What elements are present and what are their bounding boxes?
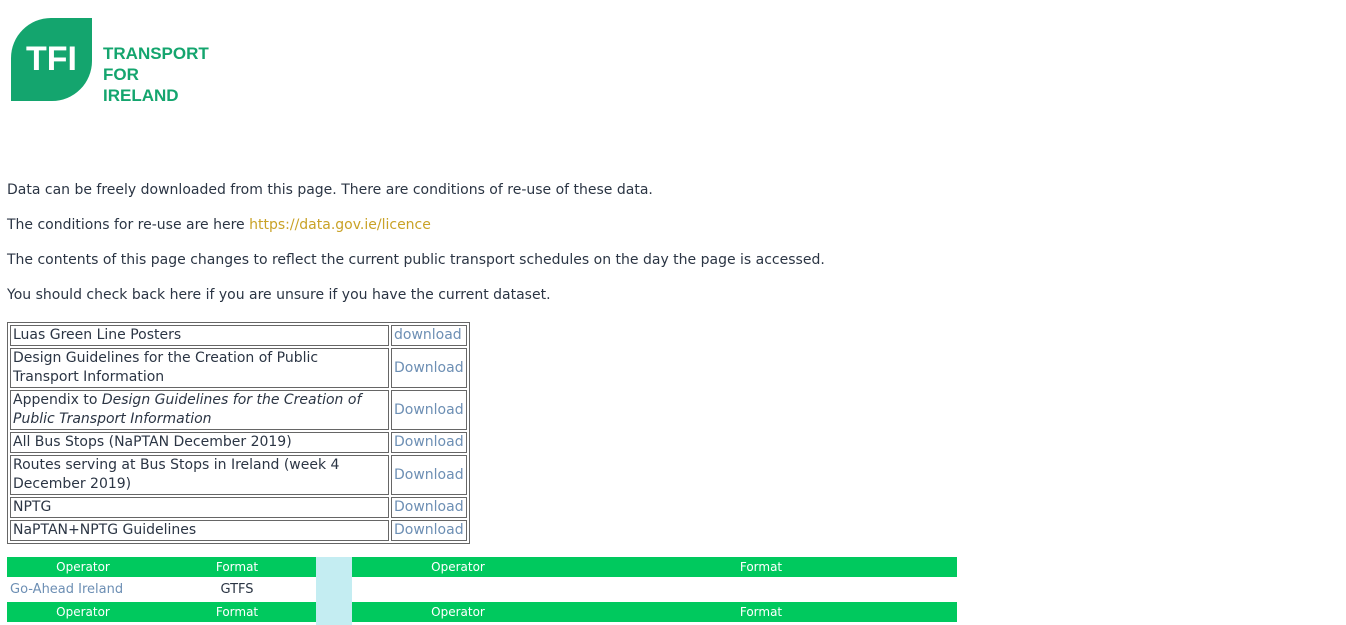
licence-link[interactable]: https://data.gov.ie/licence xyxy=(249,217,431,233)
downloads-table: Luas Green Line Posters download Design … xyxy=(7,322,470,544)
header-operator: Operator xyxy=(431,605,485,619)
logo-line-for: FOR xyxy=(103,65,139,84)
logo-line-ireland: IRELAND xyxy=(103,86,179,105)
operators-header-row: Operator Format Operator Format xyxy=(7,557,957,577)
file-name: Luas Green Line Posters xyxy=(10,325,389,346)
file-name: Appendix to Design Guidelines for the Cr… xyxy=(10,390,389,430)
file-name-prefix: Appendix to xyxy=(13,392,102,408)
intro-paragraph-4: You should check back here if you are un… xyxy=(7,287,551,303)
intro-paragraph-1: Data can be freely downloaded from this … xyxy=(7,182,653,198)
operator-row: Go-Ahead Ireland GTFS xyxy=(7,579,957,603)
table-row: Luas Green Line Posters download xyxy=(10,325,467,346)
logo-line-transport: TRANSPORT xyxy=(103,44,209,63)
header-format: Format xyxy=(739,560,783,574)
table-row: Design Guidelines for the Creation of Pu… xyxy=(10,348,467,388)
file-name: NaPTAN+NPTG Guidelines xyxy=(10,520,389,541)
table-row: NaPTAN+NPTG Guidelines Download xyxy=(10,520,467,541)
download-link[interactable]: Download xyxy=(394,434,464,450)
download-link[interactable]: Download xyxy=(394,360,464,376)
header-operator: Operator xyxy=(431,560,485,574)
table-row: All Bus Stops (NaPTAN December 2019) Dow… xyxy=(10,432,467,453)
intro-text: Data can be freely downloaded from this … xyxy=(7,181,907,321)
header-format: Format xyxy=(215,560,259,574)
table-row: NPTG Download xyxy=(10,497,467,518)
tfi-logo[interactable]: TFI TRANSPORT FOR IRELAND xyxy=(11,18,209,106)
download-link[interactable]: Download xyxy=(394,467,464,483)
file-name: Routes serving at Bus Stops in Ireland (… xyxy=(10,455,389,495)
header-operator: Operator xyxy=(56,605,110,619)
download-link[interactable]: Download xyxy=(394,522,464,538)
operator-format: GTFS xyxy=(220,582,254,597)
header-format: Format xyxy=(215,605,259,619)
table-row: Routes serving at Bus Stops in Ireland (… xyxy=(10,455,467,495)
tfi-logo-badge: TFI xyxy=(11,18,92,101)
tfi-logo-text: TRANSPORT FOR IRELAND xyxy=(103,43,209,106)
file-name: All Bus Stops (NaPTAN December 2019) xyxy=(10,432,389,453)
operators-header-row: Operator Format Operator Format xyxy=(7,602,957,622)
intro-paragraph-2: The conditions for re-use are here https… xyxy=(7,216,907,234)
header-operator: Operator xyxy=(56,560,110,574)
header-format: Format xyxy=(739,605,783,619)
licence-text: The conditions for re-use are here xyxy=(7,217,250,233)
file-name: NPTG xyxy=(10,497,389,518)
intro-paragraph-3: The contents of this page changes to ref… xyxy=(7,252,825,268)
column-separator xyxy=(316,557,352,625)
table-row: Appendix to Design Guidelines for the Cr… xyxy=(10,390,467,430)
operator-link[interactable]: Go-Ahead Ireland xyxy=(10,582,123,597)
operators-grid: Operator Format Operator Format Go-Ahead… xyxy=(7,557,957,625)
file-name: Design Guidelines for the Creation of Pu… xyxy=(10,348,389,388)
download-link[interactable]: download xyxy=(394,327,462,343)
download-link[interactable]: Download xyxy=(394,402,464,418)
download-link[interactable]: Download xyxy=(394,499,464,515)
